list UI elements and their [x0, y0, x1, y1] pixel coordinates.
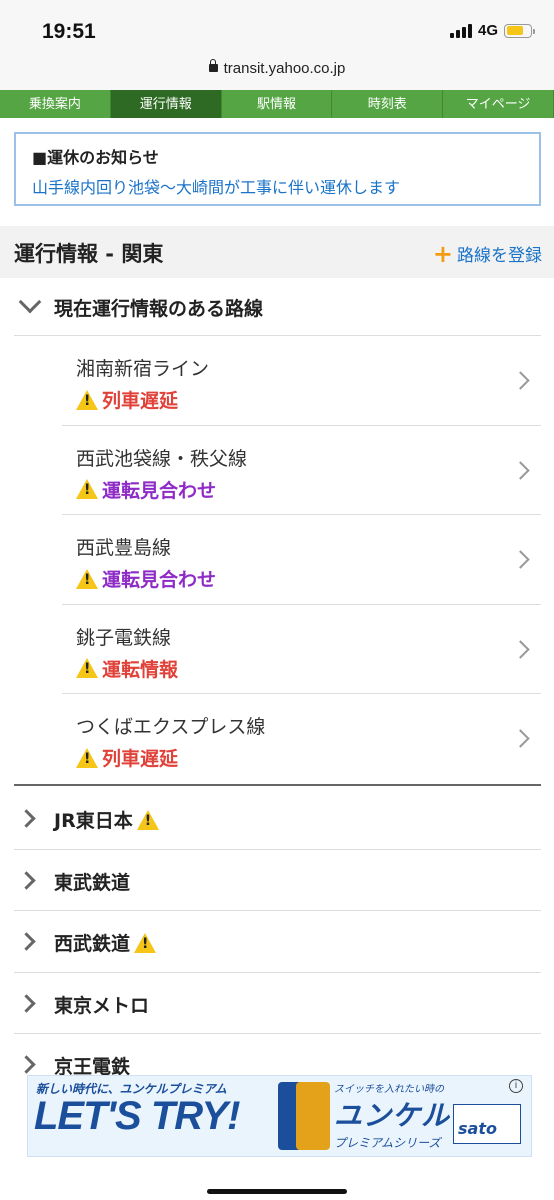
chevron-right-icon: [511, 639, 530, 659]
current-info-header[interactable]: 現在運行情報のある路線: [14, 280, 541, 336]
line-name: 湘南新宿ライン: [76, 358, 210, 380]
company-list: JR東日本 東武鉄道 西武鉄道 東京メトロ 京王電鉄: [14, 788, 541, 1096]
warning-icon: [134, 932, 157, 953]
line-item[interactable]: 銚子電鉄線 運転情報: [62, 605, 541, 694]
status-bar: 19:51 4G: [0, 0, 554, 56]
line-status: 列車遅延: [76, 744, 178, 771]
line-status-text: 運転情報: [102, 658, 179, 681]
company-name: 東京メトロ: [54, 994, 150, 1017]
plus-icon: +: [432, 239, 453, 268]
warning-icon: [76, 747, 98, 768]
line-status: 列車遅延: [76, 386, 178, 413]
company-name: 東武鉄道: [54, 871, 131, 894]
tab-mypage[interactable]: マイページ: [443, 90, 554, 118]
line-name: 銚子電鉄線: [76, 626, 172, 649]
chevron-right-icon: [17, 809, 36, 828]
battery-icon: [504, 23, 535, 38]
company-item[interactable]: 東京メトロ: [14, 973, 541, 1034]
line-name: 西武豊島線: [76, 537, 172, 559]
ad-brand: ユンケル: [334, 1099, 451, 1132]
home-indicator: [207, 1189, 347, 1194]
warning-icon: [76, 658, 98, 678]
line-status-text: 列車遅延: [102, 390, 179, 412]
ad-creative[interactable]: 新しい時代に、ユンケルプレミアム LET'S TRY! スイッチを入れたい時の …: [27, 1075, 532, 1157]
chevron-right-icon: [17, 993, 36, 1013]
product-image: [296, 1082, 330, 1150]
warning-icon: [76, 479, 98, 499]
url-text: transit.yahoo.co.jp: [223, 60, 346, 77]
status-time: 19:51: [42, 20, 96, 43]
line-item[interactable]: 湘南新宿ライン 列車遅延: [62, 336, 541, 426]
line-item[interactable]: 西武豊島線 運転見合わせ: [62, 515, 541, 605]
section-header: 運行情報 - 関東 + 路線を登録: [0, 226, 554, 278]
signal-icon: [449, 23, 472, 38]
company-item[interactable]: 西武鉄道: [14, 911, 541, 973]
chevron-right-icon: [17, 1055, 36, 1074]
warning-icon: [136, 809, 159, 830]
chevron-right-icon: [17, 870, 36, 890]
line-status-text: 列車遅延: [102, 748, 179, 770]
line-name: つくばエクスプレス線: [76, 716, 266, 738]
chevron-right-icon: [511, 729, 530, 748]
ad-series: プレミアムシリーズ: [334, 1136, 441, 1150]
nav-tabs: 乗換案内 運行情報 駅情報 時刻表 マイページ: [0, 90, 554, 118]
company-item[interactable]: 東武鉄道: [14, 850, 541, 911]
url-bar[interactable]: transit.yahoo.co.jp: [0, 56, 554, 90]
warning-icon: [76, 568, 98, 589]
lock-icon: [208, 58, 218, 72]
page-title: 運行情報 - 関東: [14, 242, 164, 266]
chevron-right-icon: [511, 550, 530, 569]
notice-title: ■運休のお知らせ: [32, 148, 159, 167]
company-name: 西武鉄道: [54, 929, 160, 956]
company-name: JR東日本: [54, 806, 163, 833]
chevron-right-icon: [511, 460, 530, 480]
chevron-down-icon: [18, 290, 42, 314]
warning-icon: [76, 389, 98, 410]
sato-logo: sato: [453, 1104, 521, 1144]
tab-service-info[interactable]: 運行情報: [110, 90, 222, 118]
line-item[interactable]: 西武池袋線・秩父線 運転見合わせ: [62, 426, 541, 515]
network-label: 4G: [477, 22, 498, 39]
ad-banner[interactable]: 新しい時代に、ユンケルプレミアム LET'S TRY! スイッチを入れたい時の …: [0, 1075, 554, 1200]
current-info-title: 現在運行情報のある路線: [54, 298, 264, 320]
line-status: 運転情報: [76, 655, 178, 682]
suspension-notice: ■運休のお知らせ 山手線内回り池袋〜大崎間が工事に伴い運休します: [14, 132, 541, 206]
current-info-section: 現在運行情報のある路線 湘南新宿ライン 列車遅延 西武池袋線・秩父線 運転見合わ…: [14, 280, 541, 786]
ad-headline: LET'S TRY!: [34, 1094, 240, 1138]
ad-subtag: スイッチを入れたい時の: [334, 1084, 444, 1095]
info-icon[interactable]: i: [509, 1079, 523, 1093]
register-label: 路線を登録: [457, 246, 542, 266]
line-name: 西武池袋線・秩父線: [76, 447, 248, 470]
tab-timetable[interactable]: 時刻表: [332, 90, 444, 118]
tab-station-info[interactable]: 駅情報: [221, 90, 333, 118]
status-indicators: 4G: [449, 22, 535, 39]
line-item[interactable]: つくばエクスプレス線 列車遅延: [62, 694, 541, 784]
company-item[interactable]: JR東日本: [14, 788, 541, 850]
tab-transfer[interactable]: 乗換案内: [0, 90, 111, 118]
chevron-right-icon: [17, 932, 36, 951]
register-line-button[interactable]: + 路線を登録: [432, 239, 542, 268]
line-status: 運転見合わせ: [76, 476, 216, 503]
line-status-text: 運転見合わせ: [102, 569, 217, 591]
line-status: 運転見合わせ: [76, 565, 216, 592]
chevron-right-icon: [511, 371, 530, 390]
line-status-text: 運転見合わせ: [102, 479, 217, 502]
notice-link[interactable]: 山手線内回り池袋〜大崎間が工事に伴い運休します: [32, 174, 523, 198]
